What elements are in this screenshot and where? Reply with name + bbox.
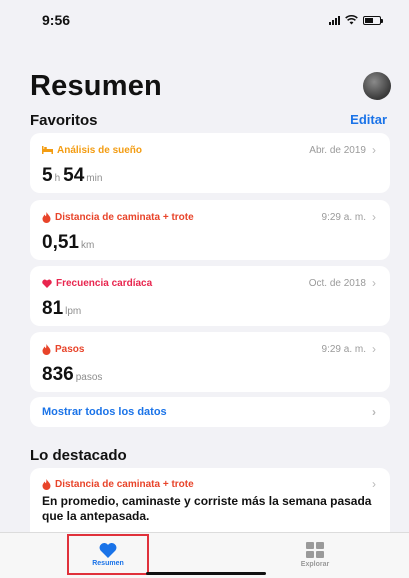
metric-name-sleep: Análisis de sueño	[42, 145, 142, 156]
flame-icon	[42, 343, 51, 355]
metric-meta: Oct. de 2018	[308, 277, 366, 289]
tab-resumen[interactable]: Resumen	[67, 534, 149, 575]
status-bar: 9:56	[0, 0, 409, 40]
grid-icon	[306, 541, 324, 558]
tab-bar: Resumen Explorar	[0, 532, 409, 578]
chevron-right-icon: ›	[372, 405, 376, 419]
metric-meta: 9:29 a. m.	[321, 211, 366, 223]
system-icons	[329, 15, 383, 25]
page-title: Resumen	[30, 70, 162, 102]
highlight-text: En promedio, caminaste y corriste más la…	[42, 494, 372, 523]
tab-label: Resumen	[92, 560, 124, 567]
heart-icon	[99, 542, 117, 558]
flame-icon	[42, 211, 51, 223]
heart-icon	[42, 279, 52, 288]
metric-meta: 9:29 a. m.	[321, 343, 366, 355]
flame-icon	[42, 478, 51, 490]
metric-meta: Abr. de 2019	[309, 144, 366, 156]
bed-icon	[42, 146, 53, 154]
chevron-right-icon: ›	[372, 276, 376, 290]
highlight-metric-name: Distancia de caminata + trote	[42, 477, 194, 491]
metric-name-steps: Pasos	[42, 343, 84, 355]
status-time: 9:56	[42, 12, 71, 28]
favorite-card-heart-rate[interactable]: Frecuencia cardíaca Oct. de 2018 › 81 lpm	[30, 266, 390, 326]
favorite-card-sleep[interactable]: Análisis de sueño Abr. de 2019 › 5 h 54 min	[30, 133, 390, 193]
favorites-section-title: Favoritos	[30, 112, 98, 129]
battery-icon	[363, 15, 383, 25]
favorite-card-walking-distance[interactable]: Distancia de caminata + trote 9:29 a. m.…	[30, 200, 390, 260]
metric-name-walking-distance: Distancia de caminata + trote	[42, 211, 194, 223]
metric-name-heart-rate: Frecuencia cardíaca	[42, 278, 152, 289]
chevron-right-icon: ›	[372, 143, 376, 157]
metric-value-sleep: 5 h 54 min	[42, 165, 103, 186]
show-all-data-button[interactable]: Mostrar todos los datos ›	[30, 397, 390, 427]
chevron-right-icon: ›	[372, 477, 376, 491]
metric-value-heart-rate: 81 lpm	[42, 298, 82, 319]
tab-explorar[interactable]: Explorar	[275, 534, 355, 575]
signal-icon	[329, 15, 340, 25]
highlight-card[interactable]: Distancia de caminata + trote › En prome…	[30, 468, 390, 532]
metric-value-steps: 836 pasos	[42, 364, 103, 385]
edit-favorites-link[interactable]: Editar	[350, 112, 387, 127]
show-all-label: Mostrar todos los datos	[42, 406, 167, 418]
tab-label: Explorar	[300, 560, 330, 568]
favorite-card-steps[interactable]: Pasos 9:29 a. m. › 836 pasos	[30, 332, 390, 392]
metric-value-walking-distance: 0,51 km	[42, 232, 95, 253]
chevron-right-icon: ›	[372, 342, 376, 356]
avatar[interactable]	[363, 72, 391, 100]
wifi-icon	[345, 15, 358, 25]
home-indicator	[146, 572, 266, 575]
chevron-right-icon: ›	[372, 210, 376, 224]
highlights-section-title: Lo destacado	[30, 447, 127, 464]
